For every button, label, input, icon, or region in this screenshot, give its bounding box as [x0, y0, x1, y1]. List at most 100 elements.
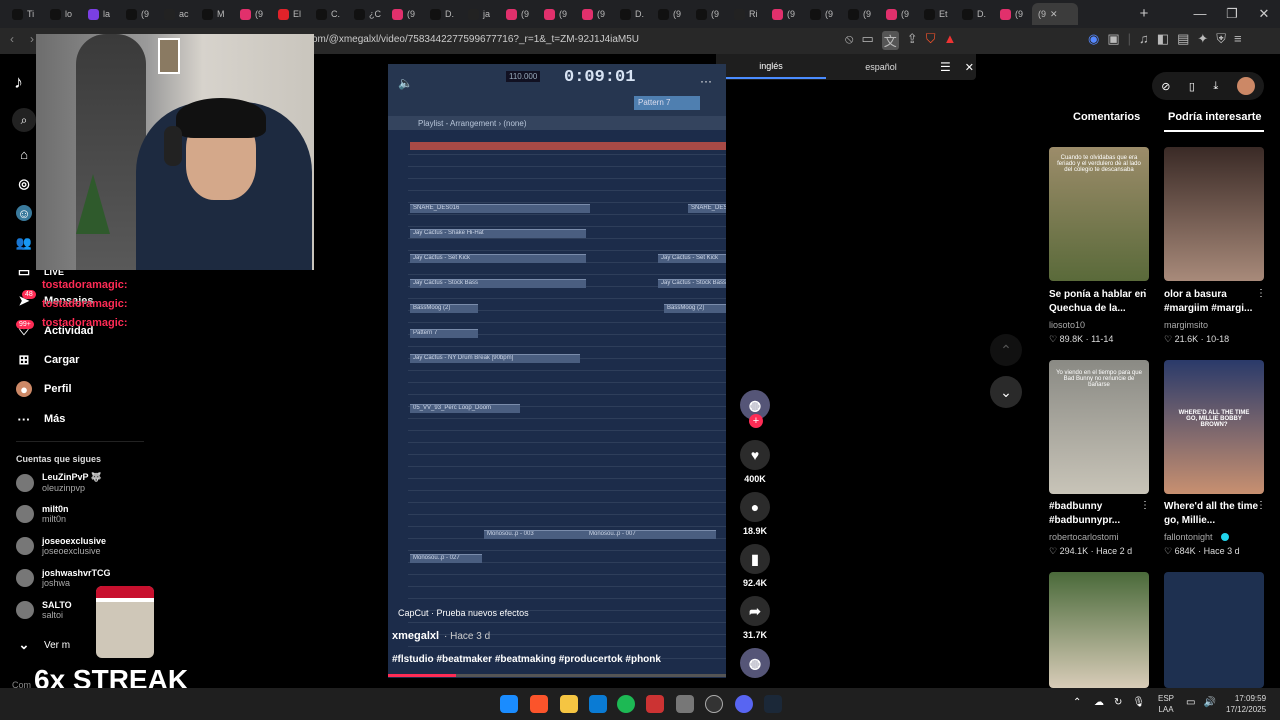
nav-following[interactable]: 👥 [16, 235, 32, 251]
nav-upload[interactable]: ⊞ Cargar [16, 352, 80, 368]
video-menu-icon[interactable]: ⋮ [1140, 288, 1150, 299]
browser-tab[interactable]: (9 [690, 3, 728, 25]
browser-tab[interactable]: (9 [386, 3, 424, 25]
vpn-icon[interactable]: ⛨ [1216, 31, 1226, 47]
follow-plus-icon[interactable]: + [749, 414, 763, 428]
share-icon[interactable]: ⇪ [907, 31, 918, 50]
mute-icon[interactable]: 🔈 [398, 76, 413, 90]
tiktok-logo-icon[interactable]: ♪ [14, 72, 23, 93]
spotify-icon[interactable] [617, 695, 635, 713]
browser-tab[interactable]: lo [44, 3, 82, 25]
browser-tab[interactable]: El [272, 3, 310, 25]
following-account[interactable]: LeuZinPvP 🐺 oleuzinpvp [16, 472, 102, 493]
url-text[interactable]: om/@xmegalxl/video/7583442277599677716?_… [312, 34, 639, 45]
minimize-icon[interactable]: — [1184, 0, 1216, 28]
brave-shield-icon[interactable]: ⛉ [926, 31, 936, 50]
menu-icon[interactable]: ≡ [1234, 31, 1242, 47]
browser-tab[interactable]: M [196, 3, 234, 25]
sidebar-icon[interactable]: ◧ [1157, 31, 1169, 47]
browser-tab[interactable]: (9 [804, 3, 842, 25]
cloud-icon[interactable]: ☁ [1094, 697, 1104, 708]
device-icon[interactable]: ▯ [1189, 80, 1195, 93]
file-explorer-icon[interactable] [560, 695, 578, 713]
discord-icon[interactable] [735, 695, 753, 713]
video-title[interactable]: olor a basura #margiim #margi... [1164, 288, 1264, 316]
video-thumbnail[interactable] [1164, 147, 1264, 281]
video-user[interactable]: fallontonight [1164, 532, 1213, 542]
browser-tab[interactable]: ja [462, 3, 500, 25]
video-user[interactable]: margimsito [1164, 320, 1208, 330]
nav-home[interactable]: ⌂ [16, 146, 32, 162]
like-button[interactable]: ♥ 400K [738, 440, 772, 484]
browser-tab[interactable]: (9 [842, 3, 880, 25]
sound-disc[interactable]: ◍ [738, 648, 772, 682]
browser-tab[interactable]: Ri [728, 3, 766, 25]
maximize-icon[interactable]: ❐ [1216, 0, 1248, 28]
video-thumbnail[interactable]: WHERE'D ALL THE TIME GO, MILLIE BOBBY BR… [1164, 360, 1264, 494]
video-thumbnail[interactable] [1049, 572, 1149, 688]
steam-icon[interactable] [764, 695, 782, 713]
no-tracking-icon[interactable]: ⦸ [845, 31, 853, 50]
browser-tab[interactable]: (9 [766, 3, 804, 25]
following-account[interactable]: joshwashvrTCG joshwa [16, 568, 111, 588]
translate-icon[interactable]: 文 [881, 31, 899, 50]
comment-button[interactable]: ● 18.9K [738, 492, 772, 536]
close-tab-icon[interactable]: ✕ [1050, 9, 1058, 20]
nav-more[interactable]: ··· Más [16, 411, 66, 427]
following-account[interactable]: milt0n milt0n [16, 504, 69, 524]
browser-tab[interactable]: la [82, 3, 120, 25]
video-menu-icon[interactable]: ⋮ [1256, 288, 1266, 299]
tab-recommended[interactable]: Podría interesarte [1168, 111, 1262, 123]
nav-explore[interactable]: ◎ [16, 176, 32, 192]
music-icon[interactable]: ♫ [1139, 31, 1149, 47]
voice-icon[interactable]: ◉ [1088, 31, 1099, 47]
effect-label[interactable]: CapCut · Prueba nuevos efectos [398, 608, 529, 618]
clock[interactable]: 17:09:59 17/12/2025 [1226, 693, 1266, 715]
browser-tab[interactable]: Ti [6, 3, 44, 25]
video-author[interactable]: xmegalxl [392, 630, 439, 642]
video-thumbnail[interactable]: Yo viendo en el tiempo para que Bad Bunn… [1049, 360, 1149, 494]
browser-tab[interactable]: ¿C [348, 3, 386, 25]
browser-tab[interactable]: (9 [538, 3, 576, 25]
tray-chevron-icon[interactable]: ⌃ [1073, 697, 1081, 708]
ai-icon[interactable]: ✦ [1197, 31, 1208, 47]
browser-tab[interactable]: C. [310, 3, 348, 25]
video-title[interactable]: Se ponía a hablar en Quechua de la... [1049, 288, 1149, 316]
screenshot-icon[interactable]: ▣ [1107, 31, 1119, 47]
video-title[interactable]: Where'd all the time go, Millie... [1164, 500, 1264, 528]
forward-icon[interactable]: › [30, 32, 34, 46]
video-thumbnail[interactable] [1164, 572, 1264, 688]
next-video-button[interactable]: ⌄ [990, 376, 1022, 408]
browser-tab[interactable]: Et [918, 3, 956, 25]
settings-icon[interactable] [676, 695, 694, 713]
video-menu-icon[interactable]: ⋮ [1256, 500, 1266, 511]
nav-avatar[interactable]: ☺ [16, 205, 32, 221]
video-user[interactable]: liosoto10 [1049, 320, 1085, 330]
windows-start-icon[interactable] [500, 695, 518, 713]
brave-icon[interactable] [530, 695, 548, 713]
following-account[interactable]: SALTO saltoi [16, 600, 72, 620]
browser-tab[interactable]: D. [424, 3, 462, 25]
close-window-icon[interactable]: ✕ [1248, 0, 1280, 28]
prev-video-button[interactable]: ⌃ [990, 334, 1022, 366]
wallet-icon[interactable]: ▤ [1177, 31, 1189, 47]
browser-tab-active[interactable]: (9 ✕ [1032, 3, 1078, 25]
more-options-icon[interactable]: ··· [700, 74, 712, 88]
clock-app-icon[interactable] [705, 695, 723, 713]
search-icon[interactable]: ⌕ [12, 108, 36, 132]
translate-target-lang[interactable]: español [826, 62, 936, 72]
back-icon[interactable]: ‹ [10, 32, 14, 46]
browser-tab[interactable]: (9 [500, 3, 538, 25]
video-title[interactable]: #badbunny #badbunnypr... [1049, 500, 1149, 528]
rewards-icon[interactable]: ▲ [943, 31, 956, 50]
translate-source-lang[interactable]: inglés [716, 61, 826, 79]
share-button[interactable]: ➦ 31.7K [738, 596, 772, 640]
save-button[interactable]: ▮ 92.4K [738, 544, 772, 588]
input-language[interactable]: ESP LAA [1158, 693, 1174, 715]
browser-tab[interactable]: D. [956, 3, 994, 25]
user-avatar[interactable] [1236, 77, 1255, 95]
cast-icon[interactable]: ▭ [861, 31, 873, 50]
video-player[interactable]: 0:09:01 110.000 Pattern 7 🔈 ··· Playlist… [388, 64, 726, 678]
browser-tab[interactable]: (9 [576, 3, 614, 25]
browser-tab[interactable]: (9 [652, 3, 690, 25]
